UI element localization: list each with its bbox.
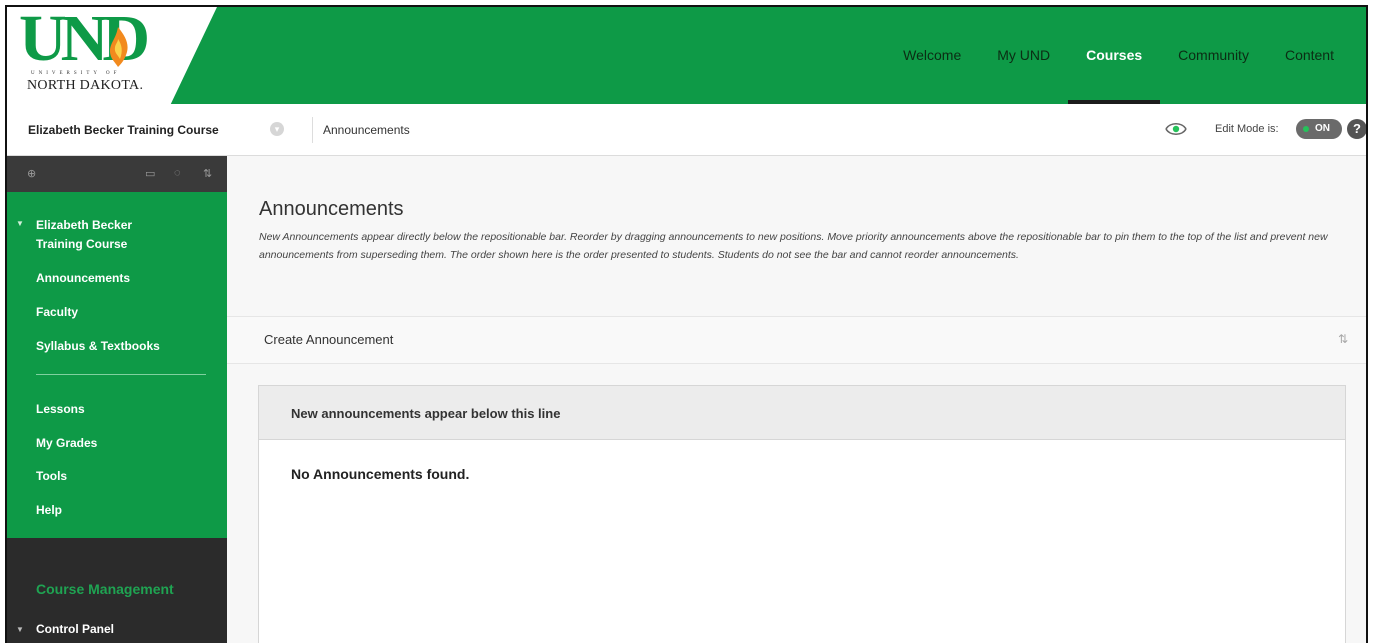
reorder-icon[interactable]: ⇅	[1338, 332, 1348, 346]
refresh-icon[interactable]: ◌	[174, 167, 181, 179]
sidebar-item-announcements[interactable]: Announcements	[36, 271, 130, 285]
toggle-icon	[1303, 126, 1309, 132]
edit-mode-state: ON	[1315, 123, 1330, 134]
announcements-list: New announcements appear below this line…	[258, 385, 1346, 643]
course-management-title: Course Management	[36, 581, 174, 597]
logo-university-line: UNIVERSITY OF	[31, 71, 121, 76]
app-frame: UND UNIVERSITY OF NORTH DAKOTA. Welcome …	[5, 5, 1368, 643]
help-icon[interactable]: ?	[1347, 119, 1366, 139]
page-title: Announcements	[259, 198, 404, 220]
breadcrumb-divider	[312, 117, 313, 143]
breadcrumb-page: Announcements	[323, 123, 410, 137]
empty-message: No Announcements found.	[291, 466, 470, 482]
und-logo[interactable]: UND UNIVERSITY OF NORTH DAKOTA.	[7, 7, 217, 104]
top-navigation: Welcome My UND Courses Community Content	[885, 7, 1366, 104]
control-panel-link[interactable]: Control Panel	[36, 622, 114, 636]
edit-mode-label: Edit Mode is:	[1215, 123, 1279, 135]
main-content: Announcements New Announcements appear d…	[227, 156, 1366, 643]
page-description: New Announcements appear directly below …	[259, 231, 1328, 261]
course-menu: ⊕ ▭ ◌ ⇅ ▼ Elizabeth Becker Training Cour…	[7, 156, 227, 643]
create-announcement-button[interactable]: Create Announcement	[264, 332, 393, 347]
add-icon[interactable]: ⊕	[27, 167, 36, 180]
course-title-line1: Elizabeth Becker	[36, 218, 133, 232]
edit-mode-toggle[interactable]: ON	[1296, 119, 1342, 139]
topnav-courses[interactable]: Courses	[1068, 7, 1161, 104]
sidebar-item-faculty[interactable]: Faculty	[36, 305, 78, 319]
sidebar-item-lessons[interactable]: Lessons	[36, 402, 85, 416]
sidebar-item-help[interactable]: Help	[36, 503, 62, 517]
sidebar-divider	[36, 374, 206, 375]
folder-icon[interactable]: ▭	[145, 167, 155, 180]
flame-icon	[110, 27, 128, 67]
repositionable-bar-label: New announcements appear below this line	[291, 406, 561, 421]
course-title-line2: Training Course	[36, 237, 128, 251]
sidebar-item-my-grades[interactable]: My Grades	[36, 436, 97, 450]
caret-down-icon[interactable]: ▼	[16, 219, 24, 228]
topnav-my-und[interactable]: My UND	[979, 7, 1068, 104]
action-bar: Create Announcement ⇅	[227, 316, 1366, 364]
course-title[interactable]: Elizabeth Becker Training Course	[36, 216, 132, 254]
caret-down-icon[interactable]: ▼	[16, 625, 24, 634]
course-menu-links: ▼ Elizabeth Becker Training Course Annou…	[7, 192, 227, 538]
repositionable-bar[interactable]: New announcements appear below this line	[259, 386, 1345, 440]
reorder-icon[interactable]: ⇅	[203, 167, 212, 180]
logo-state-line: NORTH DAKOTA.	[27, 78, 144, 93]
topnav-content[interactable]: Content	[1267, 7, 1366, 104]
topnav-welcome[interactable]: Welcome	[885, 7, 979, 104]
sidebar-item-syllabus[interactable]: Syllabus & Textbooks	[36, 339, 160, 353]
breadcrumb-course[interactable]: Elizabeth Becker Training Course	[28, 123, 219, 137]
breadcrumb: Elizabeth Becker Training Course ▾ Annou…	[7, 104, 1366, 156]
eye-icon[interactable]	[1164, 119, 1188, 139]
course-menu-toolbar: ⊕ ▭ ◌ ⇅	[7, 156, 227, 192]
sidebar-item-tools[interactable]: Tools	[36, 469, 67, 483]
topnav-community[interactable]: Community	[1160, 7, 1267, 104]
header: UND UNIVERSITY OF NORTH DAKOTA. Welcome …	[7, 7, 1366, 104]
chevron-down-icon[interactable]: ▾	[270, 122, 284, 136]
